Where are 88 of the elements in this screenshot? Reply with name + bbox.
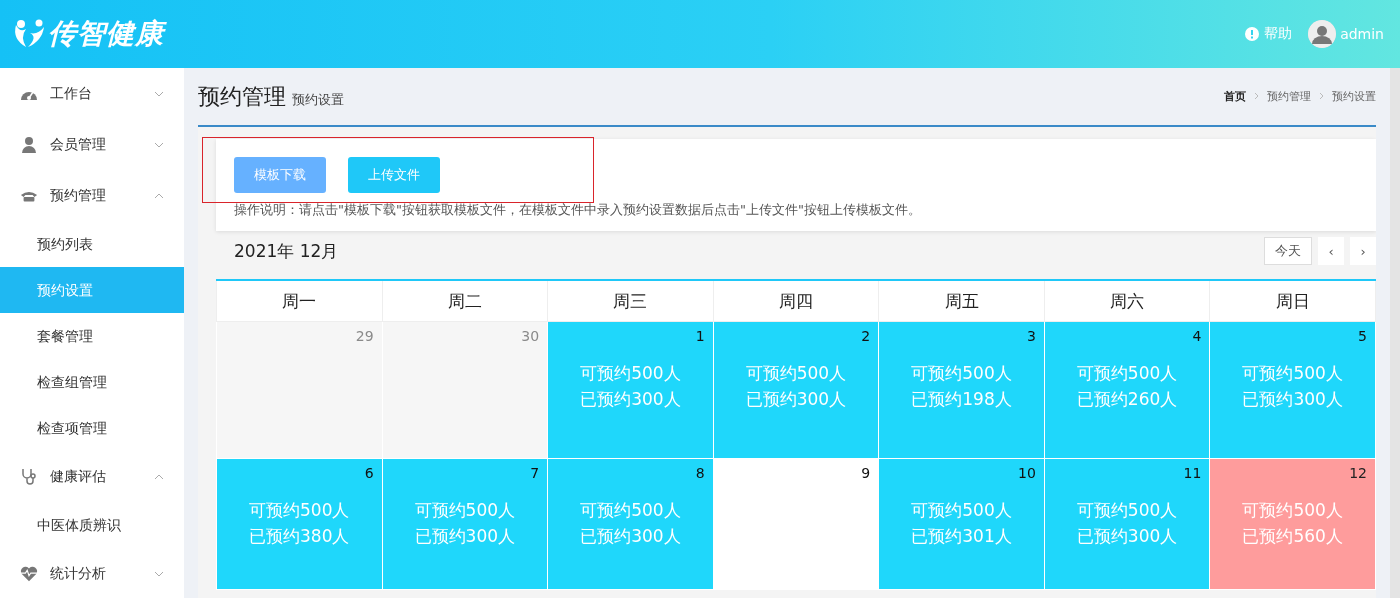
submenu-item[interactable]: 中医体质辨识	[0, 502, 184, 548]
weekday-header: 周五	[878, 280, 1045, 322]
chevron-down-icon	[154, 141, 164, 148]
day-number: 29	[354, 328, 374, 344]
weekday-header: 周四	[713, 280, 879, 322]
day-cell[interactable]: 5 可预约500人 已预约300人	[1210, 322, 1375, 458]
booking-text: 已预约198人	[910, 388, 1013, 411]
chevron-right-icon	[1254, 92, 1259, 100]
booking-text: 已预约300人	[413, 525, 517, 548]
breadcrumb-link[interactable]: 首页	[1224, 89, 1246, 104]
booking-text: 可预约500人	[248, 499, 351, 522]
weekday-header: 周二	[382, 280, 548, 322]
weekday-header: 周一	[216, 280, 383, 322]
weekday-header: 周三	[547, 280, 714, 322]
breadcrumb-link[interactable]: 预约管理	[1267, 89, 1311, 104]
month-title: 2021年 12月	[233, 239, 339, 263]
instructions-text: 操作说明：请点击"模板下载"按钮获取模板文件，在模板文件中录入预约设置数据后点击"上传文件"按钮上传模板文件。	[234, 201, 922, 219]
booking-text: 可预约500人	[744, 362, 848, 385]
day-number: 10	[1017, 465, 1036, 481]
next-month-button[interactable]: ›	[1350, 237, 1376, 265]
day-number: 6	[363, 465, 374, 481]
submenu-item[interactable]: 预约列表	[0, 221, 184, 267]
day-cell[interactable]: 6 可预约500人 已预约380人	[217, 459, 382, 589]
booking-text: 已预约300人	[1241, 388, 1344, 411]
booking-text: 已预约260人	[1075, 388, 1179, 411]
menu-item[interactable]: 工作台	[0, 68, 184, 119]
booking-text: 已预约301人	[910, 525, 1013, 548]
menu-item[interactable]: 统计分析	[0, 548, 184, 598]
booking-text: 已预约560人	[1241, 525, 1344, 548]
chevron-up-icon	[154, 473, 164, 480]
stethoscope-icon	[21, 468, 37, 485]
info-icon	[1245, 27, 1260, 41]
day-number: 1	[694, 328, 705, 344]
page-subtitle: 预约设置	[292, 90, 344, 109]
booking-text: 已预约300人	[579, 525, 682, 548]
day-cell[interactable]: 2 可预约500人 已预约300人	[713, 322, 879, 458]
submenu-item[interactable]: 套餐管理	[0, 313, 184, 359]
day-number: 2	[860, 328, 871, 344]
chevron-down-icon	[154, 90, 164, 97]
menu-item[interactable]: 预约管理	[0, 170, 184, 221]
day-number: 12	[1348, 465, 1367, 481]
day-number: 7	[529, 465, 540, 481]
day-cell[interactable]: 9	[713, 459, 879, 589]
booking-text: 已预约300人	[579, 388, 682, 411]
booking-text: 可预约500人	[1241, 362, 1344, 385]
page-title: 预约管理	[198, 82, 286, 111]
booking-text: 可预约500人	[1075, 362, 1179, 385]
day-number: 30	[520, 328, 540, 344]
avatar-icon[interactable]	[1308, 20, 1337, 48]
day-cell[interactable]: 4 可预约500人 已预约260人	[1044, 322, 1210, 458]
day-cell[interactable]: 8 可预约500人 已预约300人	[548, 459, 713, 589]
day-cell[interactable]: 12 可预约500人 已预约560人	[1210, 459, 1375, 589]
booking-text: 可预约500人	[1075, 499, 1179, 522]
weekday-header: 周六	[1044, 280, 1210, 322]
telephone-icon	[20, 189, 38, 202]
day-cell[interactable]: 3 可预约500人 已预约198人	[879, 322, 1044, 458]
prev-month-button[interactable]: ‹	[1318, 237, 1344, 265]
booking-text: 已预约380人	[248, 525, 351, 548]
booking-text: 已预约300人	[744, 388, 848, 411]
chevron-right-icon	[1319, 92, 1324, 100]
user-icon	[22, 136, 36, 153]
today-button[interactable]: 今天	[1264, 237, 1312, 265]
booking-text: 可预约500人	[910, 362, 1013, 385]
booking-text: 可预约500人	[1241, 499, 1344, 522]
chevron-down-icon	[154, 570, 164, 577]
booking-text: 可预约500人	[579, 499, 682, 522]
day-number: 5	[1357, 328, 1367, 344]
menu-item[interactable]: 会员管理	[0, 119, 184, 170]
booking-text: 可预约500人	[579, 362, 682, 385]
day-cell[interactable]: 1 可预约500人 已预约300人	[548, 322, 713, 458]
booking-text: 可预约500人	[910, 499, 1013, 522]
booking-text: 已预约300人	[1075, 525, 1179, 548]
day-cell[interactable]: 11 可预约500人 已预约300人	[1044, 459, 1210, 589]
submenu-item[interactable]: 检查项管理	[0, 405, 184, 451]
breadcrumb-link[interactable]: 预约设置	[1332, 89, 1376, 104]
weekday-header: 周日	[1209, 280, 1376, 322]
submenu-item[interactable]: 检查组管理	[0, 359, 184, 405]
menu-item[interactable]: 健康评估	[0, 451, 184, 502]
day-number: 4	[1191, 328, 1202, 344]
day-number: 9	[860, 465, 871, 481]
heart-pulse-icon	[20, 565, 38, 582]
day-cell[interactable]: 7 可预约500人 已预约300人	[382, 459, 548, 589]
booking-text: 可预约500人	[413, 499, 517, 522]
chevron-up-icon	[154, 192, 164, 199]
day-number: 8	[694, 465, 705, 481]
day-number: 11	[1182, 465, 1202, 481]
day-cell[interactable]: 10 可预约500人 已预约301人	[879, 459, 1044, 589]
day-number: 3	[1025, 328, 1036, 344]
